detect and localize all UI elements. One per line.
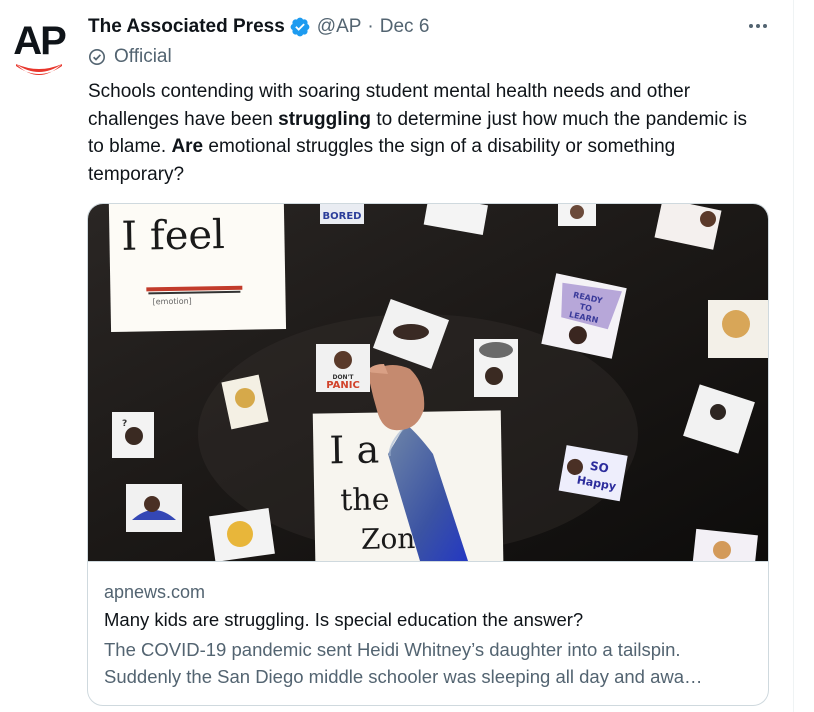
- author-name[interactable]: The Associated Press: [88, 16, 285, 38]
- sticker-panic-line2: PANIC: [326, 380, 360, 391]
- avatar-logo-text: AP: [13, 19, 66, 63]
- card-image[interactable]: I feel [emotion] I a the Zon BORED DON'T…: [88, 204, 768, 561]
- poster-zone-text: Zon: [361, 522, 416, 556]
- card-photo: I feel [emotion] I a the Zon BORED DON'T…: [88, 204, 768, 561]
- verified-badge-icon[interactable]: [289, 16, 311, 38]
- tweet-text-bold: struggling: [278, 108, 372, 130]
- tweet-timestamp[interactable]: Dec 6: [380, 16, 430, 38]
- poster-i-am-text: I a: [329, 428, 380, 473]
- official-label-text: Official: [114, 46, 172, 67]
- official-check-icon: [88, 48, 106, 66]
- card-description: The COVID-19 pandemic sent Heidi Whitney…: [104, 639, 703, 687]
- avatar[interactable]: AP: [10, 16, 68, 78]
- card-body[interactable]: apnews.com Many kids are struggling. Is …: [88, 561, 768, 690]
- official-label: Official: [88, 46, 172, 68]
- timeline-border: [793, 0, 794, 712]
- more-options-icon[interactable]: [744, 12, 772, 40]
- link-card[interactable]: I feel [emotion] I a the Zon BORED DON'T…: [87, 203, 769, 706]
- separator-dot: ·: [367, 16, 374, 37]
- poster-the-text: the: [340, 482, 390, 518]
- poster-caption-text: [emotion]: [152, 297, 191, 307]
- author-handle[interactable]: @AP: [317, 16, 362, 38]
- tweet-text: Schools contending with soaring student …: [88, 78, 768, 188]
- card-title: Many kids are struggling. Is special edu…: [104, 609, 584, 630]
- tweet-text-bold: Are: [171, 136, 204, 157]
- card-domain: apnews.com: [104, 582, 206, 602]
- poster-i-feel-text: I feel: [121, 212, 225, 260]
- tweet-header: The Associated Press @AP · Dec 6: [88, 14, 429, 40]
- sticker-question-text: ?: [122, 419, 127, 429]
- sticker-bored-text: BORED: [323, 211, 362, 222]
